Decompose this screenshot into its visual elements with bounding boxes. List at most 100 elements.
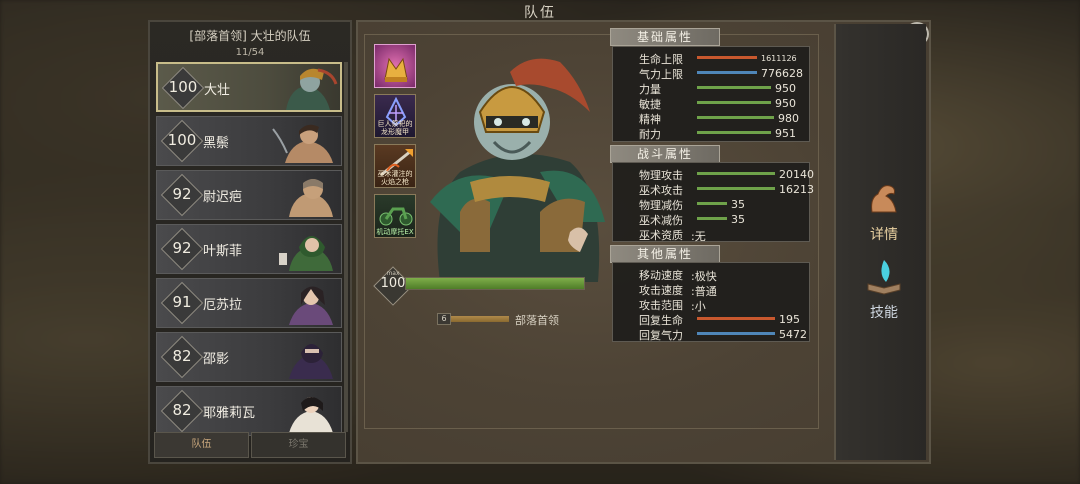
hero-list: 100 大壮 100 黑鬃 92 尉迟疤 92 叶斯菲 91 厄苏拉 82 邵影… [156, 62, 342, 440]
crown-crystal-icon [384, 57, 408, 82]
equipment-name: 机动摩托EX [376, 228, 414, 236]
rank-bar [451, 316, 509, 322]
skills-label: 技能 [870, 305, 898, 321]
details-label: 详情 [870, 227, 898, 243]
stat-label: 物理攻击 [639, 169, 683, 182]
hero-level: 100 [168, 78, 198, 96]
hero-row-3[interactable]: 92 叶斯菲 [156, 224, 342, 274]
team-title: [部落首领] 大壮的队伍 [189, 29, 311, 43]
stat-bar [697, 317, 775, 320]
other-stats-heading: 其他属性 [610, 245, 720, 263]
stat-row: 回复气力 5472 [625, 327, 809, 342]
hero-row-2[interactable]: 92 尉迟疤 [156, 170, 342, 220]
hero-name: 邵影 [203, 352, 230, 367]
stat-label: 回复生命 [639, 314, 683, 327]
stat-value: 195 [779, 313, 800, 326]
details-button[interactable]: 详情 [854, 178, 914, 248]
stat-row: 力量 950 [625, 81, 809, 96]
roster-panel: [部落首领] 大壮的队伍 11/54 100 大壮 100 黑鬃 92 尉迟疤 … [148, 20, 352, 464]
equipment-slots: 巨人祭祀的龙形魔甲 巫术灌注的火焰之枪 机动摩托EX [374, 44, 420, 244]
stat-row: 攻击速度:普通 [625, 282, 809, 298]
stat-label: 敏捷 [639, 98, 661, 111]
hero-portrait [272, 124, 333, 163]
equipment-slot-1[interactable] [374, 44, 416, 88]
stat-row: 气力上限 776628 [625, 66, 809, 81]
stat-row: 移动速度:极快 [625, 267, 809, 283]
combat-stats-box: 物理攻击 20140 巫术攻击 16213 物理减伤 35 巫术减伤 35 巫术资质 :无 [612, 162, 814, 243]
stat-label: 巫术减伤 [639, 214, 683, 227]
stat-value: 20140 [779, 168, 814, 181]
stat-bar [697, 131, 771, 134]
stat-value: 950 [775, 97, 796, 110]
hero-portrait [289, 397, 333, 433]
rank-title: 部落首领 [515, 314, 559, 327]
stat-row: 精神 980 [625, 111, 809, 126]
hero-portrait [289, 179, 333, 217]
stat-bar [697, 71, 757, 74]
hero-row-5[interactable]: 82 邵影 [156, 332, 342, 382]
equipment-slot-3[interactable]: 巫术灌注的火焰之枪 [374, 144, 416, 188]
side-nav: 详情 技能 [834, 24, 926, 460]
other-stats-box: 移动速度:极快 攻击速度:普通 攻击范围:小 回复生命 195 回复气力 5472 [612, 262, 810, 342]
stat-bar [697, 202, 727, 205]
stat-label: 精神 [639, 113, 661, 126]
stat-row: 生命上限 1611126 [625, 51, 809, 66]
basic-stats-heading: 基础属性 [610, 28, 720, 46]
stat-row: 耐力 951 [625, 126, 809, 141]
hero-name: 黑鬃 [203, 136, 230, 151]
stat-bar [697, 86, 771, 89]
exp-bar [405, 277, 585, 290]
stat-value: 16213 [779, 183, 814, 196]
stat-value: 950 [775, 82, 796, 95]
stat-label: 力量 [639, 83, 661, 96]
tab-team[interactable]: 队伍 [154, 432, 249, 458]
spellbook-icon [867, 260, 901, 295]
stat-label: 攻击速度 [639, 284, 683, 297]
hero-name: 耶雅莉瓦 [203, 406, 256, 421]
stat-value: 980 [778, 112, 799, 125]
hero-row-0[interactable]: 100 大壮 [156, 62, 342, 112]
equipment-slot-4[interactable]: 机动摩托EX [374, 194, 416, 238]
roster-scrollbar[interactable] [344, 62, 348, 432]
stat-row: 巫术资质 :无 [625, 227, 809, 243]
tab-treasure[interactable]: 珍宝 [251, 432, 346, 458]
stat-value: 35 [731, 198, 745, 211]
hero-portrait [289, 344, 333, 379]
hero-level: 100 [167, 131, 197, 149]
hero-portrait [286, 68, 338, 110]
stat-label: 移动速度 [639, 269, 683, 282]
stat-value: 1611126 [761, 54, 797, 63]
stat-bar [697, 116, 774, 119]
hero-row-4[interactable]: 91 厄苏拉 [156, 278, 342, 328]
stat-bar [697, 56, 757, 59]
hero-portrait-large [430, 58, 605, 282]
equipment-slot-2[interactable]: 巨人祭祀的龙形魔甲 [374, 94, 416, 138]
stat-bar [697, 217, 727, 220]
stat-label: 物理减伤 [639, 199, 683, 212]
hero-portrait [289, 286, 333, 325]
stat-row: 巫术减伤 35 [625, 212, 809, 227]
stat-label: 回复气力 [639, 329, 683, 342]
motorbike-icon [379, 207, 413, 226]
stat-label: 巫术资质 [639, 229, 683, 242]
hero-row-6[interactable]: 82 耶雅莉瓦 [156, 386, 342, 436]
hero-level: 92 [172, 239, 192, 257]
basic-stats-box: 生命上限 1611126 气力上限 776628 力量 950 敏捷 950 精神 980 耐力 95… [612, 46, 810, 142]
stat-label: 气力上限 [639, 68, 683, 81]
stat-bar [697, 187, 775, 190]
muscle-arm-icon [871, 185, 897, 213]
rank-number: 6 [437, 313, 451, 325]
roster-tabs: 队伍 珍宝 [154, 432, 346, 458]
skills-button[interactable]: 技能 [854, 256, 914, 326]
stat-value: 776628 [761, 67, 803, 80]
equipment-name: 巫术灌注的火焰之枪 [377, 170, 413, 186]
stat-row: 巫术攻击 16213 [625, 182, 814, 197]
stat-bar [697, 172, 775, 175]
stat-row: 回复生命 195 [625, 312, 809, 327]
hero-portrait [279, 236, 333, 271]
hero-name: 厄苏拉 [203, 298, 243, 313]
stat-value: :无 [691, 230, 706, 243]
stat-value: 5472 [779, 328, 807, 341]
stat-row: 攻击范围:小 [625, 297, 809, 313]
hero-row-1[interactable]: 100 黑鬃 [156, 116, 342, 166]
